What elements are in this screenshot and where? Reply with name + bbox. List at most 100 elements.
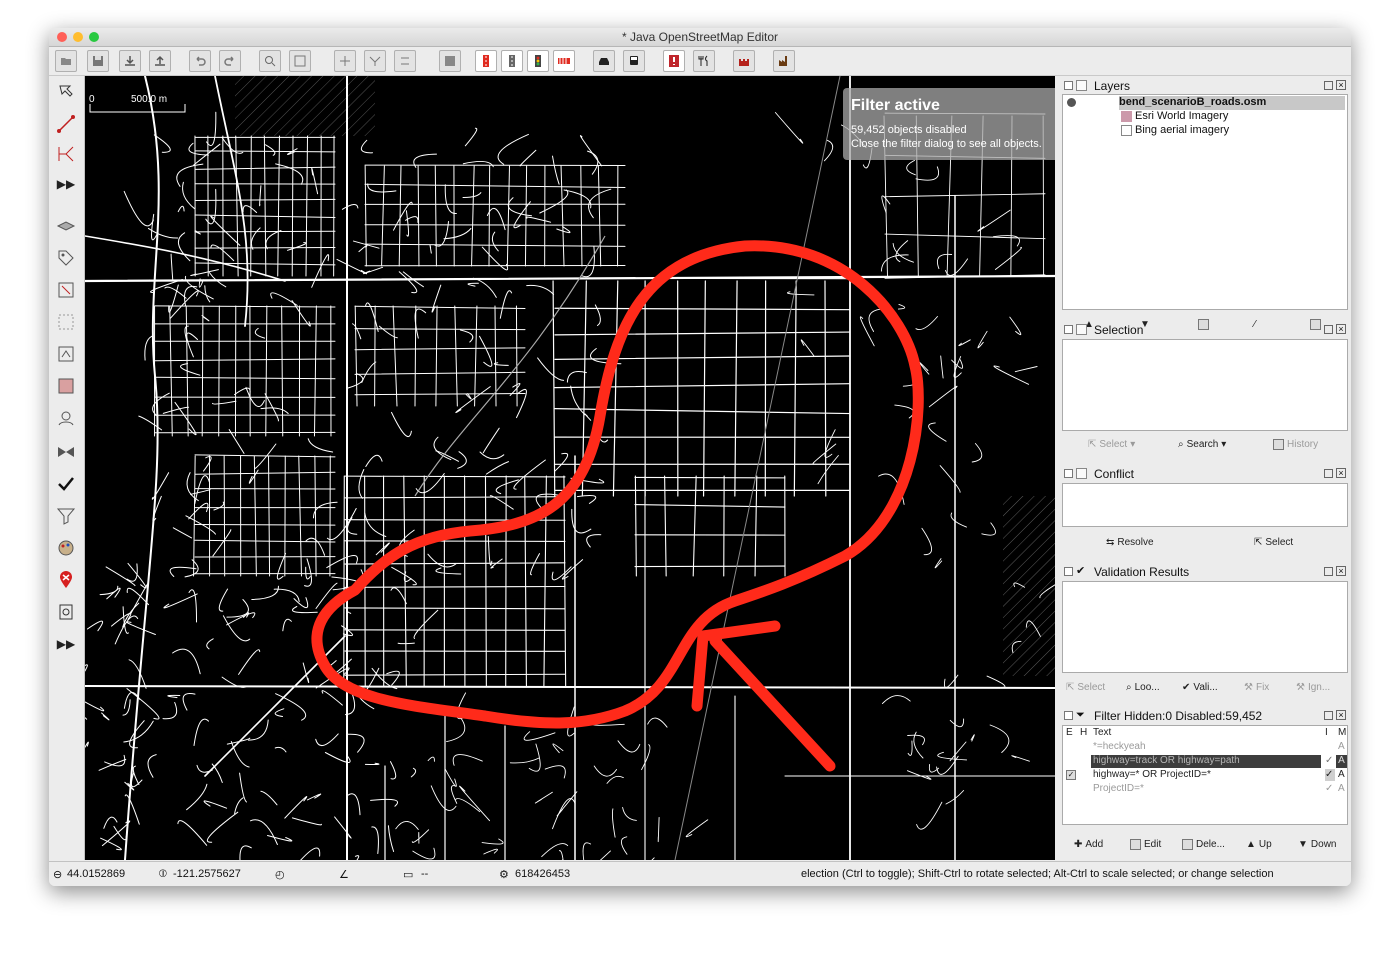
layer-item-bing[interactable]: Bing aerial imagery — [1135, 124, 1229, 138]
pin-icon[interactable] — [1324, 325, 1333, 334]
improve-way-icon[interactable] — [56, 144, 76, 164]
tag-icon[interactable] — [56, 248, 76, 268]
enabled-checkbox[interactable]: ✓ — [1066, 770, 1076, 780]
layers-panel-header[interactable]: Layers × — [1060, 78, 1349, 94]
map-view[interactable]: 0 500.0 m Filter active 59,452 objects d… — [85, 76, 1055, 860]
column-header: E — [1066, 727, 1073, 738]
move-filter-down-button[interactable]: ▼ Down — [1298, 836, 1336, 852]
filter-row[interactable]: ✓ highway=* OR ProjectID=* ✓ A — [1063, 769, 1347, 783]
history-icon[interactable] — [56, 344, 76, 364]
more-modes-icon[interactable]: ▶▶ — [56, 174, 76, 194]
preferences-button[interactable] — [259, 50, 281, 72]
conflict-select-button[interactable]: ⇱ Select — [1254, 534, 1293, 550]
more-dialogs-icon[interactable]: ▶▶ — [56, 634, 76, 654]
filter-panel-header[interactable]: ⏷ Filter Hidden:0 Disabled:59,452 × — [1060, 708, 1349, 724]
car-icon — [599, 58, 609, 65]
map-paint-icon[interactable] — [56, 538, 76, 558]
panel-toggle-checkbox[interactable] — [1064, 711, 1073, 720]
preset-industrial-button[interactable] — [773, 50, 795, 72]
close-icon[interactable]: × — [1336, 80, 1346, 90]
preset-car-button[interactable] — [593, 50, 615, 72]
scale-zero-label: 0 — [89, 94, 95, 105]
warning-icon — [669, 55, 679, 67]
undo-button[interactable] — [189, 50, 211, 72]
imagery-offset-icon[interactable] — [56, 376, 76, 396]
fix-button[interactable]: ⚒ Fix — [1244, 679, 1269, 695]
close-icon[interactable]: × — [1336, 566, 1346, 576]
preset-restaurant-button[interactable] — [693, 50, 715, 72]
add-filter-button[interactable]: ✚ Add — [1074, 836, 1103, 852]
download-button[interactable] — [119, 50, 141, 72]
reverse-way-button[interactable] — [394, 50, 416, 72]
layers-icon[interactable] — [56, 216, 76, 236]
pin-icon[interactable] — [1324, 469, 1333, 478]
validation-select-button[interactable]: ⇱ Select — [1066, 679, 1105, 695]
zoom-to-button[interactable] — [289, 50, 311, 72]
filter-funnel-icon[interactable] — [56, 506, 76, 526]
preset-bus-button[interactable] — [623, 50, 645, 72]
filter-row[interactable]: *=heckyeah A — [1063, 741, 1347, 755]
filter-row[interactable]: ProjectID=* ✓ A — [1063, 783, 1347, 797]
bus-icon — [630, 56, 638, 65]
selection-list-icon[interactable] — [56, 312, 76, 332]
edit-filter-button[interactable]: Edit — [1130, 836, 1161, 852]
close-icon[interactable]: × — [1336, 710, 1346, 720]
draw-nodes-icon[interactable] — [56, 114, 76, 134]
ignore-button[interactable]: ⚒ Ign... — [1296, 679, 1330, 695]
resolve-button[interactable]: ⇆ Resolve — [1106, 534, 1154, 550]
imagery-button[interactable] — [439, 50, 461, 72]
panel-toggle-checkbox[interactable] — [1064, 469, 1073, 478]
selection-list — [1062, 339, 1348, 431]
select-button-label: Select — [1099, 438, 1128, 450]
validation-panel-header[interactable]: ✔ Validation Results × — [1060, 564, 1349, 580]
preset-road-gray-button[interactable] — [501, 50, 523, 72]
changeset-icon[interactable] — [56, 602, 76, 622]
pin-icon[interactable] — [1324, 81, 1333, 90]
preset-crossing-button[interactable] — [553, 50, 575, 72]
validation-check-icon[interactable] — [56, 474, 76, 494]
notes-pin-icon[interactable] — [56, 570, 76, 590]
open-file-button[interactable] — [55, 50, 77, 72]
close-icon[interactable]: × — [1336, 324, 1346, 334]
preset-road-red-button[interactable] — [475, 50, 497, 72]
save-button[interactable] — [87, 50, 109, 72]
panel-toggle-checkbox[interactable] — [1064, 325, 1073, 334]
conflict-panel-header[interactable]: Conflict × — [1060, 466, 1349, 482]
panel-toggle-checkbox[interactable] — [1064, 567, 1073, 576]
select-mode-icon[interactable] — [56, 82, 76, 102]
chevron-down-icon: ▾ — [1130, 438, 1136, 450]
preset-barrier-button[interactable] — [733, 50, 755, 72]
history-button[interactable]: History — [1273, 436, 1318, 452]
upload-button[interactable] — [149, 50, 171, 72]
split-way-button[interactable] — [334, 50, 356, 72]
select-button[interactable]: ⇱ Select ▾ — [1088, 436, 1135, 452]
button-label: Fix — [1255, 681, 1270, 693]
panel-toggle-checkbox[interactable] — [1064, 81, 1073, 90]
layer-item-esri[interactable]: Esri World Imagery — [1135, 110, 1228, 124]
validate-button[interactable]: ✔ Vali... — [1182, 679, 1218, 695]
selection-panel-header[interactable]: Selection × — [1060, 322, 1349, 338]
check-icon: ✔ — [1182, 681, 1191, 693]
street — [194, 230, 336, 233]
preset-traffic-signals-button[interactable] — [527, 50, 549, 72]
pin-icon[interactable] — [1324, 567, 1333, 576]
combine-way-button[interactable] — [364, 50, 386, 72]
lookup-button[interactable]: ⌕ Loo... — [1126, 679, 1160, 695]
reverse-icon — [401, 57, 409, 65]
scale-distance-label: 500.0 m — [131, 94, 167, 105]
street — [194, 523, 336, 526]
user-list-icon[interactable] — [56, 408, 76, 428]
layer-item-osm[interactable]: bend_scenarioB_roads.osm — [1119, 96, 1345, 110]
search-button[interactable]: ⌕ Search ▾ — [1178, 436, 1226, 452]
relation-icon[interactable] — [56, 280, 76, 300]
redo-button[interactable] — [219, 50, 241, 72]
close-icon[interactable]: × — [1336, 468, 1346, 478]
josm-window: * Java OpenStreetMap Editor ▶▶ ▶▶ 0 500.… — [49, 28, 1351, 886]
delete-filter-button[interactable]: Dele... — [1182, 836, 1225, 852]
preset-warning-button[interactable] — [663, 50, 685, 72]
conflict-icon[interactable] — [56, 442, 76, 462]
move-filter-up-button[interactable]: ▲ Up — [1246, 836, 1272, 852]
filter-row-selected[interactable]: highway=track OR highway=path ✓ A — [1063, 755, 1347, 769]
road-network: 0 500.0 m — [85, 76, 1055, 860]
pin-icon[interactable] — [1324, 711, 1333, 720]
